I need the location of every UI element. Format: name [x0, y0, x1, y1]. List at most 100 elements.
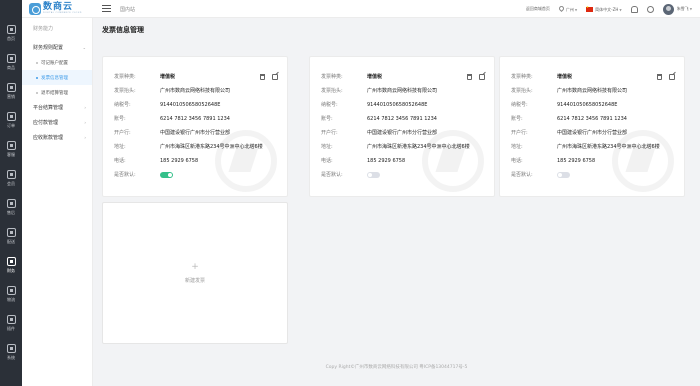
invoice-field-type: 发票种类: 增值税	[321, 72, 382, 81]
location-label: 广州	[565, 6, 574, 12]
breadcrumb[interactable]: 国内站	[120, 6, 135, 13]
chevron-down-icon: ⌄	[82, 45, 86, 50]
rail-item[interactable]: 首页	[0, 18, 22, 47]
invoice-card: 发票种类: 增值税 发票抬头: 广州市数商云网络科技有限公司 纳税号: 914401050…	[102, 56, 288, 197]
field-value: 广州市海珠区新港东路234号中洲中心北塔6楼	[367, 144, 470, 150]
brand-subtitle: DIGITAL COMMERCE CLOUD	[43, 12, 82, 14]
back-to-mall-link[interactable]: 返回商城首页	[526, 6, 550, 12]
watermark-logo	[422, 130, 484, 192]
headset-icon[interactable]	[646, 5, 654, 13]
field-label: 账号:	[321, 116, 333, 122]
rail-item[interactable]: 客服	[0, 134, 22, 163]
edit-icon[interactable]	[479, 74, 485, 80]
rail-item[interactable]: 营销	[0, 76, 22, 105]
sidebar-group-label: 平台结算管理	[33, 105, 64, 111]
field-value: 广州市数商云网络科技有限公司	[557, 88, 628, 94]
brand-name: 数商云	[43, 2, 74, 12]
sidebar-item-label: 可记账户配置	[41, 60, 68, 66]
report-icon	[6, 198, 16, 208]
field-label: 是否默认:	[114, 172, 136, 178]
rail-item[interactable]: 插件	[0, 308, 22, 337]
order-icon	[6, 111, 16, 121]
sidebar-item[interactable]: 发票信息管理	[22, 70, 92, 85]
field-label: 是否默认:	[511, 172, 533, 178]
sidebar-group-label: 财务规则配置	[33, 45, 64, 51]
rail-item[interactable]: 售后	[0, 192, 22, 221]
rail-item-label: 会员	[7, 180, 15, 186]
edit-icon[interactable]	[272, 74, 278, 80]
invoice-field-tax: 纳税号: 914401050658052648E	[511, 100, 617, 109]
rail-item[interactable]: 系统	[0, 337, 22, 366]
chevron-right-icon: ›	[84, 105, 86, 110]
default-toggle[interactable]	[367, 171, 380, 178]
watermark-logo	[612, 130, 674, 192]
rail-item[interactable]: 会员	[0, 163, 22, 192]
rail-item-label: 物流	[7, 296, 15, 302]
sidebar-group[interactable]: 应付款管理 ›	[22, 115, 92, 130]
sidebar-group[interactable]: 财务规则配置 ⌄	[22, 40, 92, 55]
invoice-field-type: 发票种类: 增值税	[114, 72, 175, 81]
field-value: 广州市海珠区新港东路234号中洲中心北塔6楼	[160, 144, 263, 150]
rail-item-label: 营销	[7, 93, 15, 99]
edit-icon[interactable]	[669, 74, 675, 80]
invoice-field-phone: 电话: 185 2929 6758	[114, 156, 198, 165]
rail-item-label: 订单	[7, 122, 15, 128]
rail-logo-area	[0, 0, 22, 18]
sidebar-item[interactable]: 可记账户配置	[22, 55, 92, 70]
default-toggle[interactable]	[557, 171, 570, 178]
field-label: 发票抬头:	[511, 88, 533, 94]
cloud-logo-icon	[29, 2, 41, 15]
invoice-card: 发票种类: 增值税 发票抬头: 广州市数商云网络科技有限公司 纳税号: 914401050…	[309, 56, 495, 197]
field-label: 地址:	[511, 144, 523, 150]
brand-logo[interactable]: 数商云 DIGITAL COMMERCE CLOUD	[29, 2, 82, 15]
field-label: 发票种类:	[114, 74, 136, 80]
invoice-field-bank: 开户行: 中国建设银行广州市分行营业部	[114, 128, 230, 137]
finance-icon	[6, 169, 16, 179]
bell-icon[interactable]	[630, 5, 638, 13]
sidebar-group[interactable]: 应收账款管理 ›	[22, 130, 92, 145]
field-value: 185 2929 6758	[557, 157, 596, 164]
system-icon	[6, 343, 16, 353]
invoice-card: 发票种类: 增值税 发票抬头: 广州市数商云网络科技有限公司 纳税号: 914401050…	[499, 56, 685, 197]
language-label: 简体中文-ZH	[595, 6, 619, 12]
field-label: 发票种类:	[511, 74, 533, 80]
add-invoice-card[interactable]: + 新建发票	[102, 202, 288, 344]
user-menu[interactable]: 朱雪飞 ▼	[662, 3, 692, 15]
language-selector[interactable]: 简体中文-ZH▼	[586, 5, 622, 13]
default-toggle[interactable]	[160, 171, 173, 178]
field-label: 纳税号:	[114, 102, 131, 108]
field-label: 地址:	[321, 144, 333, 150]
watermark-logo	[215, 130, 277, 192]
username: 朱雪飞	[676, 6, 689, 11]
rail-item[interactable]: 配送	[0, 221, 22, 250]
field-value: 914401050658052648E	[367, 101, 428, 108]
rail-item[interactable]: 财务	[0, 250, 22, 279]
menu-toggle-icon[interactable]	[102, 5, 111, 12]
invoice-field-address: 地址: 广州市海珠区新港东路234号中洲中心北塔6楼	[114, 142, 263, 151]
plus-icon: +	[191, 261, 199, 272]
rail-item[interactable]: 订单	[0, 105, 22, 134]
location-selector[interactable]: 广州▼	[557, 4, 577, 13]
invoice-field-title: 发票抬头: 广州市数商云网络科技有限公司	[511, 86, 627, 95]
rail-item[interactable]: 物流	[0, 279, 22, 308]
invoice-field-bank: 开户行: 中国建设银行广州市分行营业部	[511, 128, 627, 137]
invoice-field-default: 是否默认:	[114, 170, 173, 179]
field-label: 地址:	[114, 144, 126, 150]
sidebar-item[interactable]: 退币结算管理	[22, 85, 92, 100]
invoice-field-account: 账号: 6214 7812 3456 7891 1234	[511, 114, 627, 123]
trash-icon[interactable]	[467, 74, 472, 80]
finance-icon	[6, 256, 16, 266]
field-label: 电话:	[114, 158, 126, 164]
field-label: 开户行:	[114, 130, 131, 136]
trash-icon[interactable]	[260, 74, 265, 80]
user-icon	[6, 140, 16, 150]
sidebar-title: 财务能力	[33, 26, 54, 32]
bullet-dot-icon	[36, 76, 38, 79]
trash-icon[interactable]	[657, 74, 662, 80]
rail-item[interactable]: 商品	[0, 47, 22, 76]
sidebar-group[interactable]: 平台结算管理 ›	[22, 100, 92, 115]
field-label: 账号:	[511, 116, 523, 122]
sidebar-item-label: 退币结算管理	[41, 90, 68, 96]
tool-icon	[6, 314, 16, 324]
field-label: 发票种类:	[321, 74, 343, 80]
